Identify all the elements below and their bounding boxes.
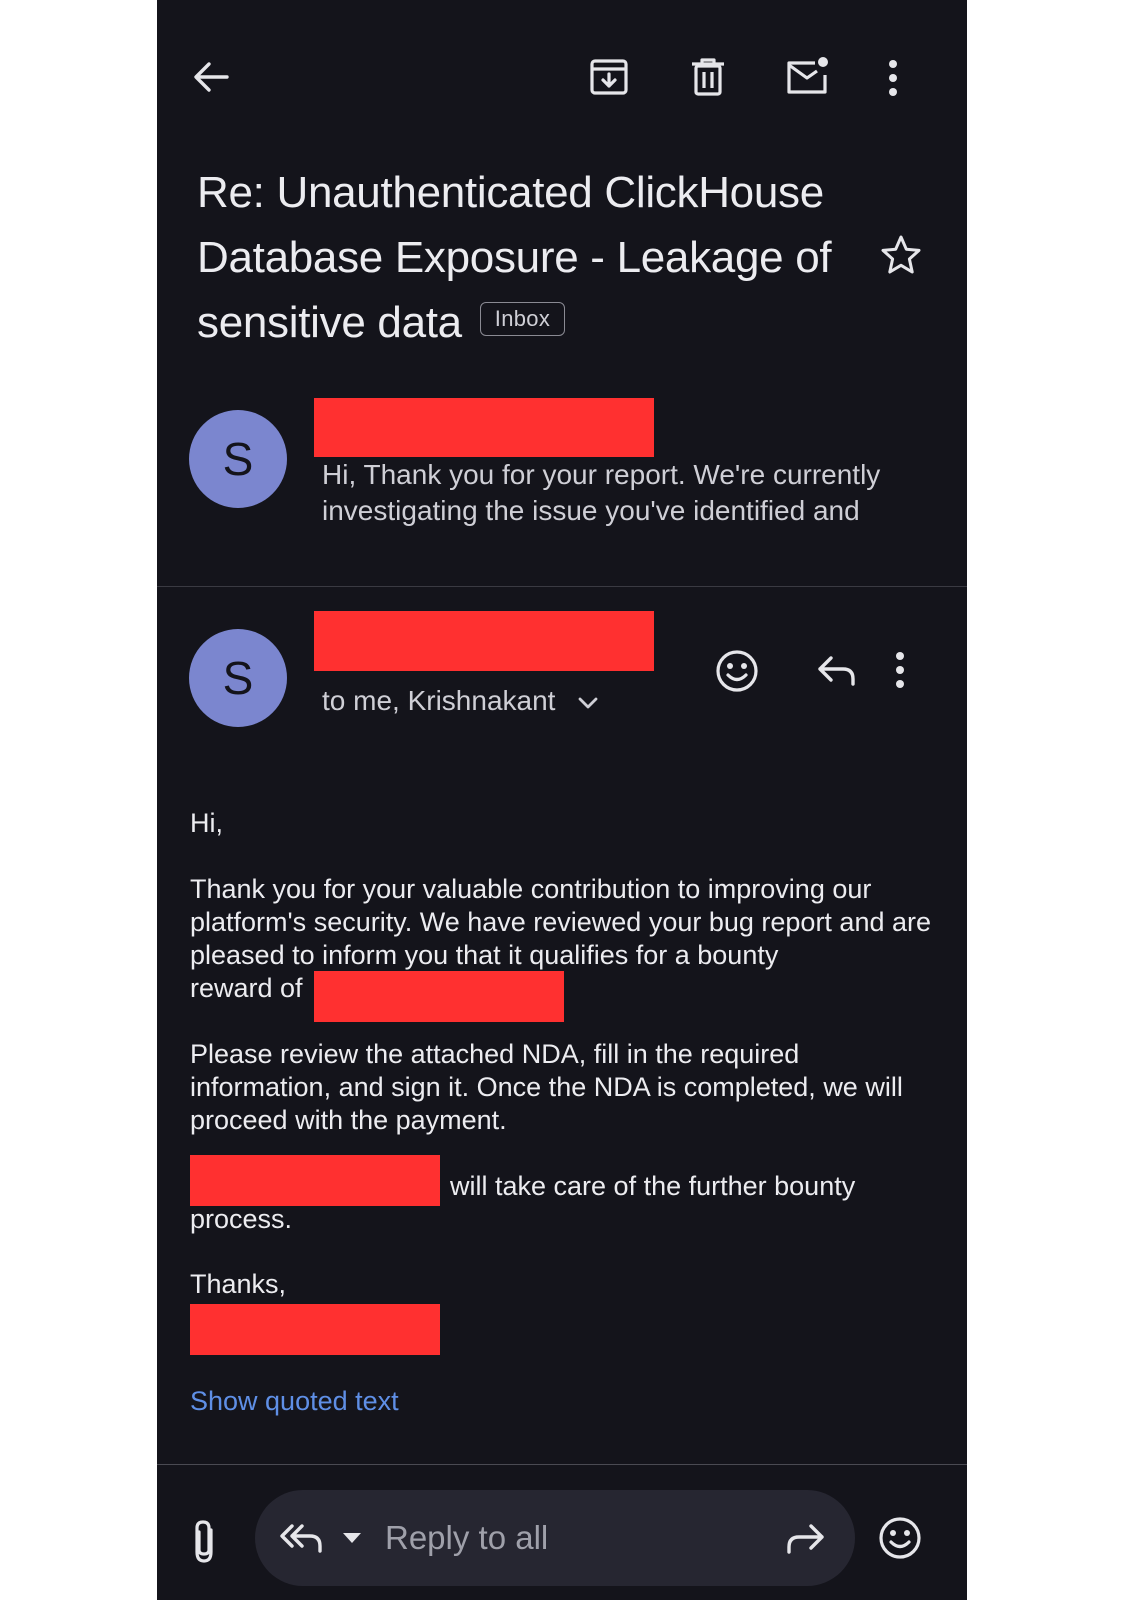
show-quoted-text-link[interactable]: Show quoted text [190,1385,399,1418]
redacted-sender [314,398,654,457]
more-vert-icon [889,60,897,96]
avatar[interactable]: S [189,410,287,508]
body-signoff: Thanks, [190,1269,287,1299]
emoji-icon [716,650,758,692]
mark-unread-button[interactable] [783,53,831,99]
divider [157,586,967,587]
archive-icon [590,59,628,95]
caret-down-icon [343,1533,361,1543]
chevron-down-icon [578,697,598,709]
body-greeting: Hi, [190,808,223,838]
inbox-label-chip[interactable]: Inbox [479,302,566,337]
body-paragraph-1: Thank you for your valuable contribution… [190,874,932,970]
paperclip-icon [195,1520,213,1563]
more-vert-icon [896,652,904,688]
reply-input[interactable]: Reply to all [385,1517,548,1559]
body-paragraph-3: will take care of the further bounty [450,1171,856,1201]
body-paragraph-2: Please review the attached NDA, fill in … [190,1039,903,1135]
forward-icon [787,1524,824,1554]
attach-button[interactable] [187,1518,221,1566]
reply-all-icon [279,1518,325,1558]
divider [157,1464,967,1465]
archive-button[interactable] [587,55,631,99]
avatar[interactable]: S [189,629,287,727]
redacted-amount [314,971,564,1022]
redacted-signature [190,1304,440,1355]
reply-icon [818,656,855,686]
forward-button[interactable] [783,1520,827,1558]
back-button[interactable] [189,55,233,99]
delete-button[interactable] [686,55,730,99]
arrow-left-icon [194,62,229,92]
emoji-icon [879,1517,921,1559]
react-button[interactable] [714,648,760,694]
star-icon [881,235,921,274]
recipients-toggle[interactable]: to me, Krishnakant [322,683,599,719]
reply-mode-dropdown[interactable] [341,1531,363,1545]
redacted-name [190,1155,440,1206]
email-subject: Re: Unauthenticated ClickHouse Database … [197,160,857,355]
body-paragraph-1-end: reward of [190,973,303,1003]
more-options-button[interactable] [887,58,899,98]
reply-all-bar[interactable]: Reply to all [255,1490,855,1586]
message-snippet[interactable]: Hi, Thank you for your report. We're cur… [322,457,932,529]
star-button[interactable] [879,233,923,277]
trash-icon [692,58,724,96]
emoji-button[interactable] [877,1515,923,1561]
body-paragraph-3-end: process. [190,1204,293,1234]
mail-unread-icon [787,57,828,94]
recipients-text: to me, Krishnakant [322,685,556,716]
redacted-sender [314,611,654,671]
message-more-button[interactable] [894,650,906,690]
reply-button[interactable] [815,652,859,690]
email-screen: Re: Unauthenticated ClickHouse Database … [157,0,967,1600]
